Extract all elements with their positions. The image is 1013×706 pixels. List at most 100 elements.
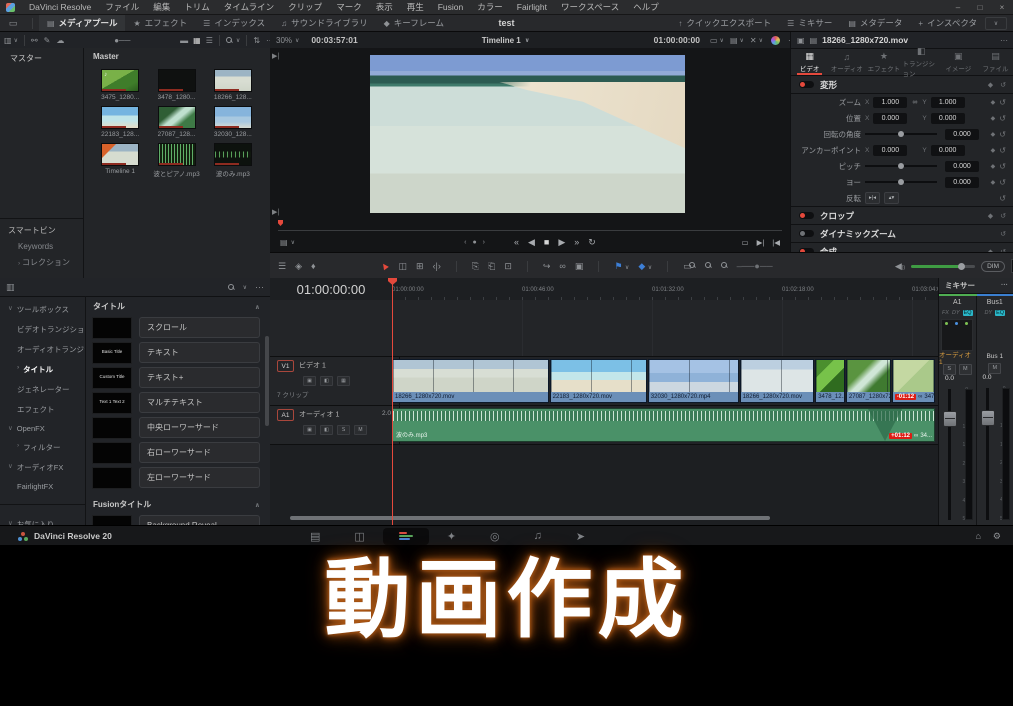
- match-frame-top-icon[interactable]: ▶|: [272, 52, 279, 60]
- keyframe-icon[interactable]: ◆: [991, 147, 996, 154]
- menu-item[interactable]: Fusion: [431, 0, 471, 14]
- inspector-tab[interactable]: ◧ トランジション: [903, 49, 940, 75]
- custom-zoom-icon[interactable]: [721, 261, 728, 271]
- link-clips-icon[interactable]: ∞: [559, 261, 565, 271]
- fader-handle[interactable]: [981, 410, 995, 426]
- detail-zoom-icon[interactable]: [705, 261, 712, 271]
- viewer-scrub-bar[interactable]: [278, 220, 782, 231]
- media-clip[interactable]: 18266_128...: [210, 69, 256, 104]
- effects-tree-item[interactable]: ∨ OpenFX: [0, 424, 85, 442]
- keyframe-icon[interactable]: ◆: [988, 81, 993, 89]
- fader-handle[interactable]: [943, 411, 957, 427]
- title-preset[interactable]: 中央ローワーサード: [85, 415, 270, 440]
- smart-bin-keywords[interactable]: Keywords: [0, 242, 83, 251]
- media-clip-thumbnail[interactable]: [158, 106, 196, 129]
- keyframe-icon[interactable]: ◆: [991, 115, 996, 122]
- effects-scrollbar[interactable]: [265, 336, 269, 426]
- effects-tree-item[interactable]: ジェネレーター: [0, 384, 85, 404]
- dim-button[interactable]: DIM: [981, 261, 1005, 272]
- title-preset[interactable]: Basic Title テキスト: [85, 340, 270, 365]
- timeline-video-clip[interactable]: 18266_1280x720.mov: [392, 359, 549, 403]
- reset-icon[interactable]: ↺: [999, 178, 1006, 187]
- cloud-icon[interactable]: ☁: [56, 36, 64, 45]
- toolbar-button[interactable]: ★エフェクト: [125, 15, 195, 31]
- volume-slider[interactable]: [911, 265, 975, 268]
- title-preset-thumbnail[interactable]: [92, 467, 132, 489]
- step-back-button[interactable]: ◀: [528, 237, 535, 248]
- bin-list-toggle-icon[interactable]: ▥ ∨: [4, 36, 18, 45]
- effects-search-icon[interactable]: [228, 284, 235, 291]
- media-clip[interactable]: ♪ 3475_1280...: [97, 69, 143, 104]
- video-track-id[interactable]: V1: [277, 360, 294, 372]
- position-y-field[interactable]: 0.000: [931, 113, 965, 124]
- channel-id[interactable]: A1: [953, 296, 962, 308]
- fusion-titles-section-header[interactable]: Fusionタイトル∧: [85, 494, 270, 513]
- smart-bin-collections[interactable]: › コレクション: [0, 257, 83, 268]
- channel-id[interactable]: Bus1: [987, 296, 1003, 308]
- effects-tree-item[interactable]: エフェクト: [0, 404, 85, 424]
- title-preset-name[interactable]: テキスト+: [139, 367, 260, 388]
- yaw-slider[interactable]: [865, 181, 937, 183]
- eq-slot[interactable]: EQ: [995, 310, 1005, 316]
- audio-track-id[interactable]: A1: [277, 409, 294, 421]
- next-marker-icon[interactable]: ▶|: [757, 238, 765, 247]
- title-preset-thumbnail[interactable]: [92, 442, 132, 464]
- reset-icon[interactable]: ↺: [1000, 230, 1006, 238]
- media-clip[interactable]: 波とピアノ.mp3: [153, 143, 199, 181]
- display-option-dropdown[interactable]: ▭ ∨: [710, 36, 724, 45]
- link-xy-icon[interactable]: ∞: [912, 99, 917, 106]
- project-manager-icon[interactable]: ⌂: [975, 531, 980, 542]
- keyframe-icon[interactable]: ◆: [991, 163, 996, 170]
- video-track-header[interactable]: V1ビデオ 1 ▣ ◧ ▦ 7 クリップ: [270, 357, 400, 405]
- timeline-audio-clip[interactable]: 波のみ.mp3 +01:12∞34...: [392, 408, 935, 442]
- effects-tree-item[interactable]: ∨ オーディオFX: [0, 462, 85, 482]
- anchor-y-field[interactable]: 0.000: [931, 145, 965, 156]
- effects-more-options-icon[interactable]: ···: [255, 282, 264, 292]
- timeline-video-clip[interactable]: 32030_1280x720.mp4: [648, 359, 739, 403]
- fairlight-page-tab[interactable]: ♫: [534, 530, 542, 542]
- position-lock-icon[interactable]: ▣: [575, 261, 584, 272]
- media-clip-thumbnail[interactable]: [101, 143, 139, 166]
- rotation-slider[interactable]: [865, 133, 937, 135]
- auto-select-icon[interactable]: ◧: [320, 425, 333, 435]
- media-page-tab[interactable]: ▤: [310, 530, 320, 543]
- title-preset[interactable]: Text 1 Text 2 マルチテキスト: [85, 390, 270, 415]
- yaw-field[interactable]: 0.000: [945, 177, 979, 188]
- transform-dropdown[interactable]: ✕ ∨: [750, 36, 763, 45]
- title-preset-thumbnail[interactable]: Custom Title: [92, 367, 132, 389]
- channel-fader[interactable]: 05101520304050: [939, 385, 976, 526]
- inspector-more-icon[interactable]: ···: [1000, 36, 1008, 45]
- channel-fader[interactable]: 05101520304050: [977, 384, 1013, 526]
- search-filter-dropdown-icon[interactable]: ∨: [243, 284, 247, 291]
- search-icon[interactable]: [226, 37, 233, 44]
- grid-view-icon[interactable]: ▦: [193, 36, 201, 45]
- reset-icon[interactable]: ↺: [1000, 212, 1006, 220]
- reset-icon[interactable]: ↺: [999, 162, 1006, 171]
- media-clip-thumbnail[interactable]: [214, 69, 252, 92]
- link-bins-icon[interactable]: ⚯: [31, 36, 38, 45]
- zoom-x-field[interactable]: 1.000: [873, 97, 907, 108]
- menu-item[interactable]: タイムライン: [217, 0, 281, 14]
- edit-page-tab[interactable]: [383, 528, 429, 545]
- crop-toggle[interactable]: [799, 212, 814, 219]
- toolbar-button[interactable]: ◆キーフレーム: [376, 15, 452, 31]
- mute-button[interactable]: M: [959, 364, 972, 375]
- dynamic-trim-icon[interactable]: ‹|›: [433, 261, 441, 271]
- solo-button[interactable]: S: [943, 364, 956, 375]
- speaker-icon[interactable]: ◀)): [895, 261, 905, 272]
- title-preset-thumbnail[interactable]: [92, 317, 132, 339]
- title-preset-name[interactable]: 左ローワーサード: [139, 467, 260, 488]
- mute-button[interactable]: M: [988, 363, 1001, 374]
- close-button[interactable]: ×: [991, 0, 1013, 14]
- timeline-video-clip[interactable]: 3478_12...: [815, 359, 845, 403]
- transform-section-header[interactable]: 変形 ◆↺: [791, 76, 1013, 94]
- thumb-size-slider[interactable]: ●──: [114, 36, 130, 45]
- usage-icon[interactable]: ✎: [44, 36, 51, 45]
- viewer-timecode[interactable]: 01:00:00:00: [654, 35, 700, 45]
- keyframe-icon[interactable]: ◆: [991, 99, 996, 106]
- zoom-y-field[interactable]: 1.000: [931, 97, 965, 108]
- audio-track-header[interactable]: A1オーディオ 1 2.0 ▣ ◧ S M: [270, 406, 400, 444]
- loop-range-icon[interactable]: ▭: [741, 238, 748, 247]
- title-preset-name[interactable]: マルチテキスト: [139, 392, 260, 413]
- project-settings-gear-icon[interactable]: ⚙: [993, 531, 1001, 542]
